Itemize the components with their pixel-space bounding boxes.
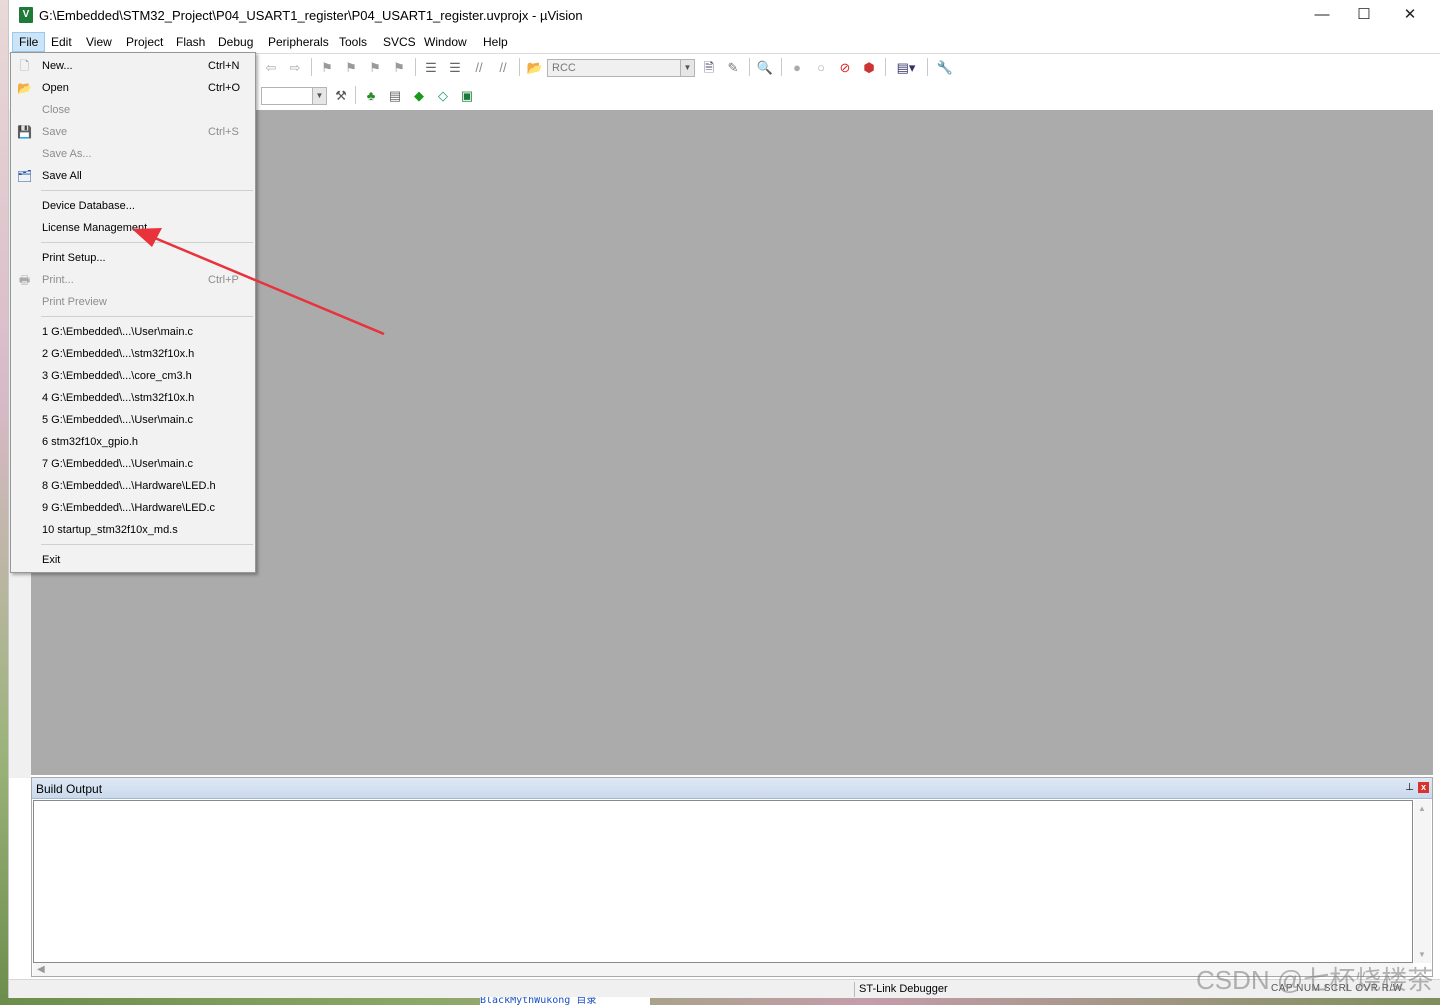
annotation-arrow-shaft	[149, 234, 385, 336]
annotation-arrow-head	[132, 228, 162, 247]
annotation-arrow	[132, 228, 385, 336]
